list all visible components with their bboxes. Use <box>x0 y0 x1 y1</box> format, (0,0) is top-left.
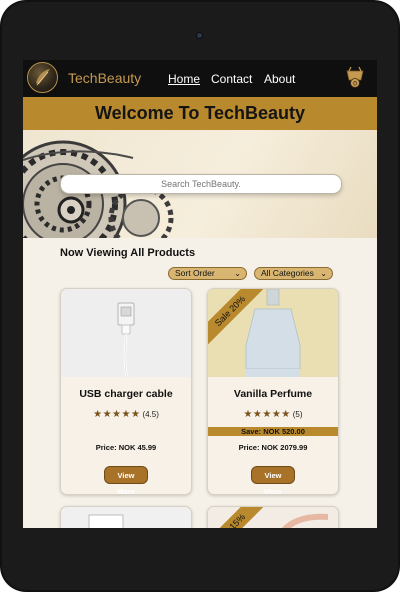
product-card[interactable] <box>60 506 192 528</box>
nav-link-about[interactable]: About <box>264 72 295 86</box>
product-price: Price: NOK 2079.99 <box>238 443 308 452</box>
product-title[interactable]: Vanilla Perfume <box>208 388 338 400</box>
product-image[interactable]: Sale 20% <box>208 289 338 377</box>
section-title: Now Viewing All Products <box>60 247 196 259</box>
nav-link-home[interactable]: Home <box>168 72 200 86</box>
product-rating: ★★★★★ (4.5) <box>61 409 191 420</box>
cart-count: 0 <box>353 81 357 88</box>
nav-link-contact[interactable]: Contact <box>211 72 252 86</box>
category-select[interactable]: All Categories ⌄ <box>254 267 333 280</box>
top-navbar: TechBeauty Home Contact About 0 <box>23 60 377 97</box>
rating-stars: ★★★★★ <box>243 409 291 420</box>
front-camera <box>197 33 202 38</box>
savings-badge: Save: NOK 520.00 <box>208 427 338 436</box>
product-title[interactable]: USB charger cable <box>61 388 191 400</box>
product-card[interactable]: Sale 15% <box>207 506 339 528</box>
view-more-button[interactable]: View More <box>104 466 148 494</box>
welcome-banner: Welcome To TechBeauty <box>23 97 377 130</box>
rating-stars: ★★★★★ <box>93 409 141 420</box>
cart-button[interactable]: 0 <box>344 66 366 90</box>
sort-order-select[interactable]: Sort Order ⌄ <box>168 267 247 280</box>
product-card[interactable]: USB charger cable ★★★★★ (4.5) Price: NOK … <box>60 288 192 495</box>
product-rating: ★★★★★ (5) <box>208 409 338 420</box>
product-price: Price: NOK 45.99 <box>95 443 157 452</box>
screen: TechBeauty Home Contact About 0 Welcome … <box>23 60 377 528</box>
view-more-button[interactable]: View More <box>251 466 295 494</box>
product-image[interactable]: Sale 15% <box>208 507 338 528</box>
tablet-frame: TechBeauty Home Contact About 0 Welcome … <box>0 0 400 592</box>
chevron-down-icon: ⌄ <box>234 269 241 278</box>
chevron-down-icon: ⌄ <box>320 269 327 278</box>
brand-logo-icon[interactable] <box>27 62 58 93</box>
rating-count: (5) <box>292 410 303 419</box>
rating-count: (4.5) <box>142 410 159 419</box>
product-image[interactable] <box>61 507 191 528</box>
cart-icon: 0 <box>346 66 364 88</box>
banner-title: Welcome To TechBeauty <box>94 103 306 123</box>
usb-cable-image <box>117 302 135 377</box>
brand-name[interactable]: TechBeauty <box>68 70 141 86</box>
category-label: All Categories <box>261 268 314 278</box>
product-card[interactable]: Sale 20% Vanilla Perfume ★★★★★ (5) Save: … <box>207 288 339 495</box>
product-image[interactable] <box>61 289 191 377</box>
sort-order-label: Sort Order <box>175 268 215 278</box>
hero-image <box>23 130 377 238</box>
search-input[interactable] <box>60 174 342 194</box>
